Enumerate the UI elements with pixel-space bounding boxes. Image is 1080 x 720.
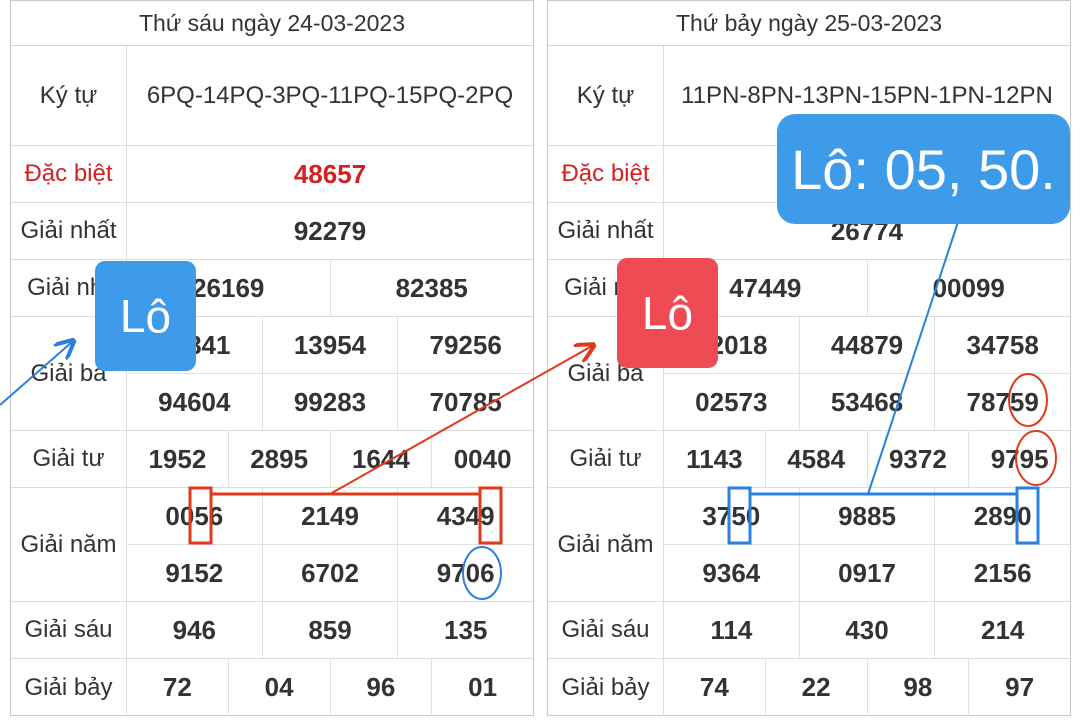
right-bay-value: 22 bbox=[766, 659, 868, 716]
left-nam-value: 6702 bbox=[263, 545, 399, 601]
left-nam-value: 9152 bbox=[127, 545, 263, 601]
left-row-dacbiet: Đặc biệt 48657 bbox=[11, 146, 533, 203]
right-label-nam: Giải năm bbox=[548, 488, 664, 601]
left-ba-value: 13954 bbox=[263, 317, 399, 373]
left-nam-value: 2149 bbox=[263, 488, 399, 544]
left-nhi-value: 82385 bbox=[395, 272, 468, 303]
left-bay-value: 01 bbox=[468, 672, 498, 702]
left-row-bay: Giải bảy 72 04 96 01 bbox=[11, 659, 533, 716]
left-bay-value: 96 bbox=[331, 659, 433, 716]
right-sau-value: 214 bbox=[980, 614, 1025, 645]
right-nam-value: 2156 bbox=[973, 557, 1032, 588]
left-tu-value: 2895 bbox=[229, 431, 331, 487]
left-label-kytu: Ký tự bbox=[11, 46, 127, 145]
left-label-tu: Giải tư bbox=[11, 431, 127, 487]
right-row-tu: Giải tư 1143 4584 9372 9795 bbox=[548, 431, 1070, 488]
left-sau-value: 859 bbox=[263, 602, 399, 658]
left-label-dacbiet: Đặc biệt bbox=[11, 146, 127, 202]
left-ba-value: 79256 bbox=[429, 329, 502, 360]
right-row-nam: Giải năm 3750 9885 2890 9364 0917 2156 bbox=[548, 488, 1070, 602]
right-label-tu: Giải tư bbox=[548, 431, 664, 487]
left-bay-value: 04 bbox=[229, 659, 331, 716]
left-row-nhi: Giải nhì 26169 82385 bbox=[11, 260, 533, 317]
left-sau-value: 946 bbox=[127, 602, 263, 658]
left-kytu-codes: 6PQ-14PQ-3PQ-11PQ-15PQ-2PQ bbox=[146, 81, 514, 109]
left-label-nhat: Giải nhất bbox=[11, 203, 127, 259]
right-bay-value: 74 bbox=[664, 659, 766, 716]
right-row-bay: Giải bảy 74 22 98 97 bbox=[548, 659, 1070, 716]
right-bay-value: 98 bbox=[868, 659, 970, 716]
left-label-sau: Giải sáu bbox=[11, 602, 127, 658]
left-row-nhat: Giải nhất 92279 bbox=[11, 203, 533, 260]
left-nhat-value: 92279 bbox=[293, 215, 367, 246]
right-nam-value: 9885 bbox=[800, 488, 936, 544]
right-ba-value: 78759 bbox=[966, 386, 1039, 417]
left-sau-value: 135 bbox=[443, 614, 488, 645]
right-nam-value: 9364 bbox=[664, 545, 800, 601]
right-tu-value: 9372 bbox=[868, 431, 970, 487]
right-sau-value: 114 bbox=[664, 602, 800, 658]
left-nam-value: 0056 bbox=[127, 488, 263, 544]
lo-badge-blue: Lô bbox=[95, 261, 196, 371]
left-row-sau: Giải sáu 946 859 135 bbox=[11, 602, 533, 659]
right-tu-value: 4584 bbox=[766, 431, 868, 487]
right-label-nhat: Giải nhất bbox=[548, 203, 664, 259]
right-label-bay: Giải bảy bbox=[548, 659, 664, 716]
left-tu-value: 0040 bbox=[453, 443, 512, 474]
right-ba-value: 34758 bbox=[966, 329, 1039, 360]
right-bay-value: 97 bbox=[1005, 672, 1035, 702]
left-ba-value: 94604 bbox=[127, 374, 263, 430]
left-ba-value: 99283 bbox=[263, 374, 399, 430]
left-tu-value: 1644 bbox=[331, 431, 433, 487]
right-tu-value: 9795 bbox=[990, 443, 1049, 474]
left-row-tu: Giải tư 1952 2895 1644 0040 bbox=[11, 431, 533, 488]
right-date-title: Thứ bảy ngày 25-03-2023 bbox=[548, 1, 1070, 46]
right-label-dacbiet: Đặc biệt bbox=[548, 146, 664, 202]
left-nam-value: 4349 bbox=[436, 500, 495, 531]
right-label-kytu: Ký tự bbox=[548, 46, 664, 145]
left-ba-value: 70785 bbox=[429, 386, 502, 417]
right-label-sau: Giải sáu bbox=[548, 602, 664, 658]
right-tu-value: 1143 bbox=[664, 431, 766, 487]
right-nam-value: 3750 bbox=[664, 488, 800, 544]
left-date-title: Thứ sáu ngày 24-03-2023 bbox=[11, 1, 533, 46]
left-nam-value: 9706 bbox=[436, 557, 495, 588]
right-sau-value: 430 bbox=[800, 602, 936, 658]
left-dacbiet-value: 48657 bbox=[293, 158, 367, 189]
right-nhi-value: 00099 bbox=[932, 272, 1005, 303]
right-nam-value: 0917 bbox=[800, 545, 936, 601]
left-row-nam: Giải năm 0056 2149 4349 9152 6702 9706 bbox=[11, 488, 533, 602]
right-ba-value: 53468 bbox=[800, 374, 936, 430]
left-tu-value: 1952 bbox=[127, 431, 229, 487]
right-ba-value: 02573 bbox=[664, 374, 800, 430]
left-row-ba: Giải ba 12841 13954 79256 94604 99283 70… bbox=[11, 317, 533, 431]
left-label-bay: Giải bảy bbox=[11, 659, 127, 716]
lo-callout: Lô: 05, 50. bbox=[777, 114, 1070, 224]
right-row-sau: Giải sáu 114 430 214 bbox=[548, 602, 1070, 659]
left-label-nam: Giải năm bbox=[11, 488, 127, 601]
left-bay-value: 72 bbox=[127, 659, 229, 716]
left-results-table: Thứ sáu ngày 24-03-2023 Ký tự 6PQ-14PQ-3… bbox=[10, 0, 534, 716]
lo-badge-red: Lô bbox=[617, 258, 718, 368]
right-nam-value: 2890 bbox=[973, 500, 1032, 531]
right-ba-value: 44879 bbox=[800, 317, 936, 373]
left-row-kytu: Ký tự 6PQ-14PQ-3PQ-11PQ-15PQ-2PQ bbox=[11, 46, 533, 146]
